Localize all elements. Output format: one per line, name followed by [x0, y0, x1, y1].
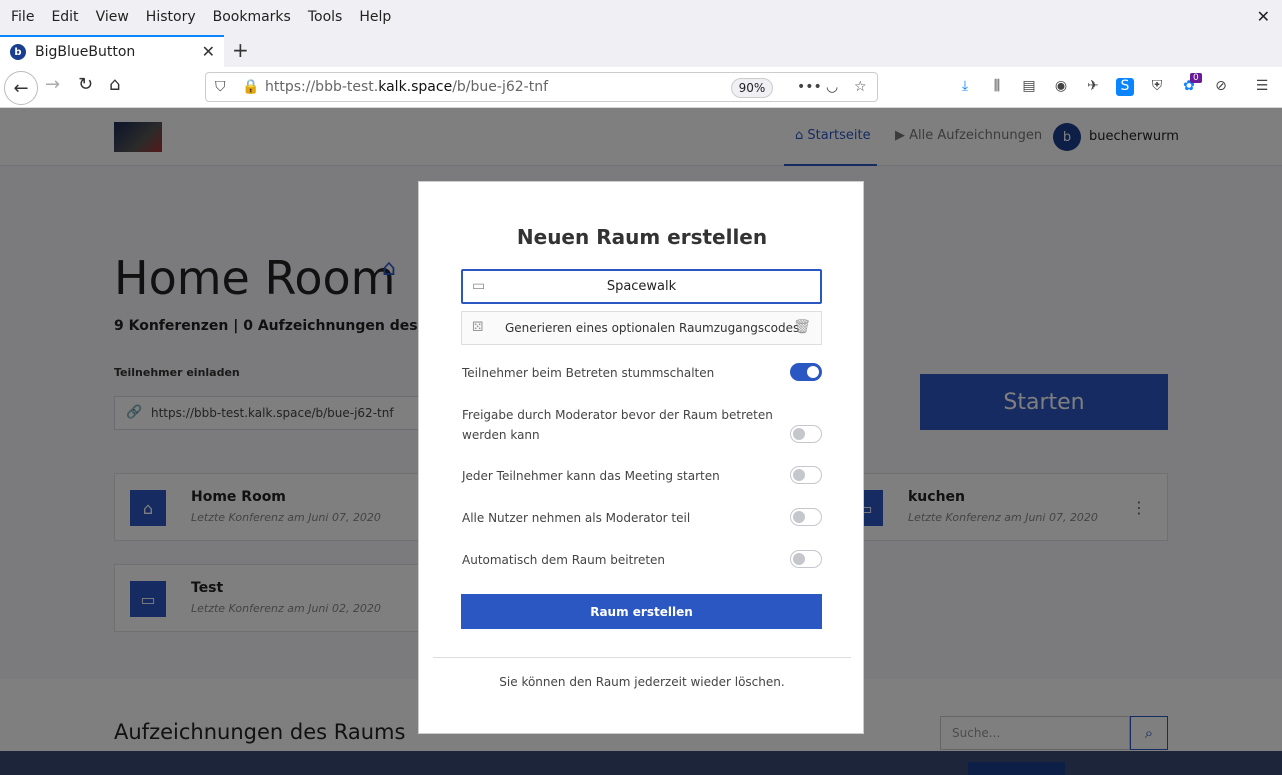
lock-icon[interactable]: 🔒	[242, 79, 259, 95]
menu-tools[interactable]: Tools	[302, 9, 349, 25]
back-icon[interactable]: ←	[4, 71, 38, 105]
menu-bar: File Edit View History Bookmarks Tools H…	[0, 0, 1282, 33]
tab-title: BigBlueButton	[35, 44, 136, 60]
option-anyone-start-label: Jeder Teilnehmer kann das Meeting starte…	[462, 469, 720, 483]
account-icon[interactable]: ◉	[1052, 78, 1070, 96]
bbb-favicon-icon: b	[10, 44, 26, 60]
nav-toolbar: ← → ↻ ⌂ ⛉ 🔒 https://bbb-test.kalk.space/…	[0, 67, 1282, 108]
menu-edit[interactable]: Edit	[45, 9, 84, 25]
window-close-icon[interactable]: ✕	[1257, 7, 1270, 26]
menu-help[interactable]: Help	[353, 9, 397, 25]
access-code-field[interactable]: ⚄ Generieren eines optionalen Raumzugang…	[461, 311, 822, 345]
menu-history[interactable]: History	[140, 9, 202, 25]
skype-icon[interactable]: S	[1116, 78, 1134, 96]
extension-badge-count: 0	[1190, 73, 1202, 83]
privacy-extension-icon[interactable]: ⊘	[1212, 78, 1230, 96]
shield-icon[interactable]: ⛉	[215, 79, 226, 95]
option-approval-label: Freigabe durch Moderator bevor der Raum …	[462, 408, 773, 442]
create-room-button[interactable]: Raum erstellen	[461, 594, 822, 629]
url-bar[interactable]: ⛉ 🔒 https://bbb-test.kalk.space/b/bue-j6…	[205, 72, 878, 102]
ublock-icon[interactable]: ⛨	[1148, 78, 1166, 96]
home-icon[interactable]: ⌂	[109, 74, 120, 95]
option-auto-join-label: Automatisch dem Raum beitreten	[462, 553, 666, 567]
bookmark-star-icon[interactable]: ☆	[854, 79, 867, 95]
sidebar-icon[interactable]: ▤	[1020, 78, 1038, 96]
extension-icon[interactable]: ✈	[1084, 78, 1102, 96]
modal-divider	[433, 657, 851, 658]
menu-file[interactable]: File	[5, 9, 40, 25]
option-all-moderators-label: Alle Nutzer nehmen als Moderator teil	[462, 511, 691, 525]
toggle-anyone-can-start[interactable]	[790, 466, 822, 484]
download-icon[interactable]: ⤓	[956, 78, 974, 96]
zoom-indicator[interactable]: 90%	[731, 78, 773, 98]
toggle-auto-join[interactable]	[790, 550, 822, 568]
page-actions-icon[interactable]: •••	[797, 79, 822, 95]
modal-footer-note: Sie können den Raum jederzeit wieder lös…	[499, 675, 785, 689]
forward-icon[interactable]: →	[45, 74, 60, 95]
menu-view[interactable]: View	[90, 9, 135, 25]
create-room-modal: Neuen Raum erstellen ▭ Spacewalk ⚄ Gener…	[418, 181, 864, 734]
modal-title: Neuen Raum erstellen	[516, 225, 768, 249]
toggle-moderator-approval[interactable]	[790, 425, 822, 443]
tab-bigbluebutton[interactable]: b BigBlueButton ✕	[0, 35, 224, 67]
option-mute-label: Teilnehmer beim Betreten stummschalten	[462, 366, 715, 380]
new-tab-icon[interactable]: +	[232, 38, 249, 62]
trash-icon[interactable]: 🗑	[793, 319, 811, 335]
dice-icon[interactable]: ⚄	[472, 320, 483, 335]
toggle-mute-on-join[interactable]	[790, 363, 822, 381]
toggle-all-moderators[interactable]	[790, 508, 822, 526]
hamburger-menu-icon[interactable]: ☰	[1253, 78, 1271, 96]
menu-bookmarks[interactable]: Bookmarks	[207, 9, 297, 25]
tab-close-icon[interactable]: ✕	[202, 42, 215, 61]
tab-bar: b BigBlueButton ✕ +	[0, 33, 1282, 67]
library-icon[interactable]: ⫼	[988, 78, 1006, 96]
url-text[interactable]: https://bbb-test.kalk.space/b/bue-j62-tn…	[265, 79, 548, 95]
pocket-icon[interactable]: ◡	[826, 79, 838, 95]
room-name-input[interactable]: ▭ Spacewalk	[461, 269, 822, 304]
reload-icon[interactable]: ↻	[78, 74, 93, 95]
